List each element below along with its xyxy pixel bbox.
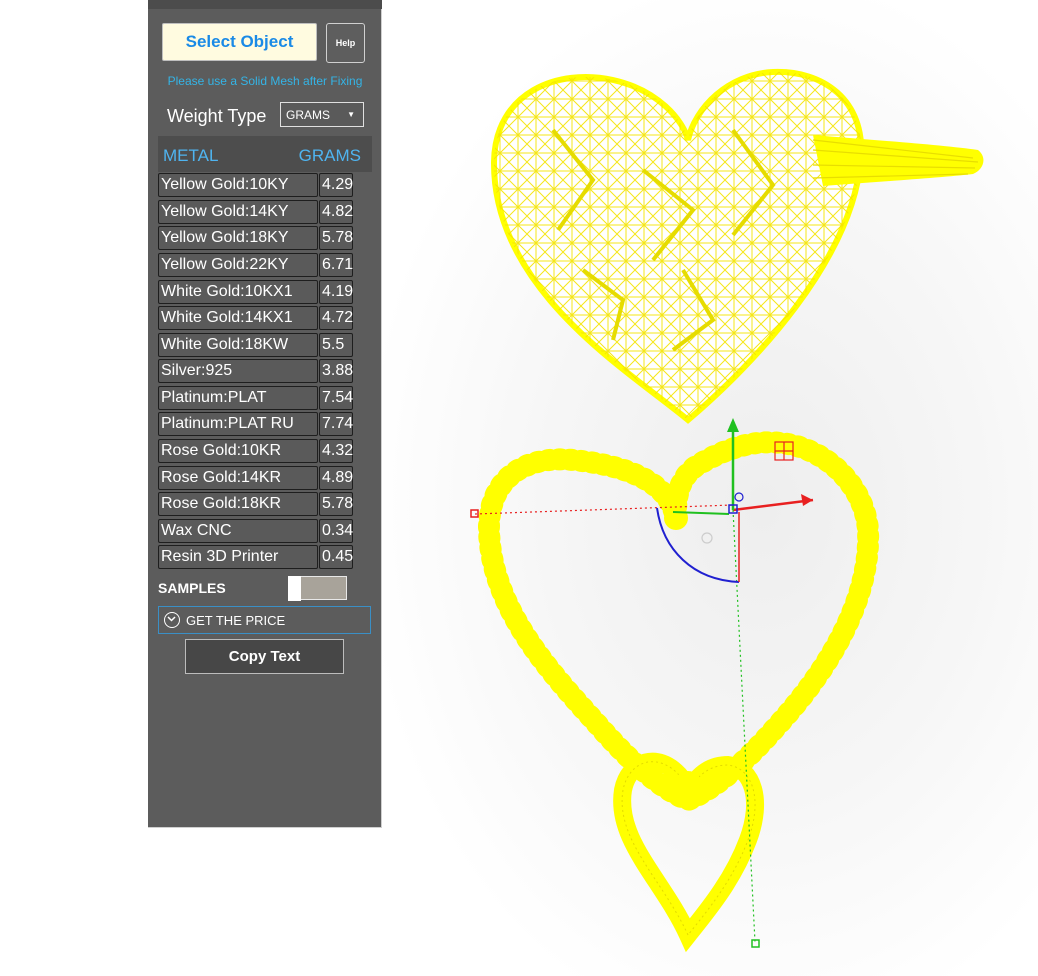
samples-label: SAMPLES [158,580,226,596]
metal-name-cell: Yellow Gold:10KY [158,173,318,197]
beaded-heart-model[interactable] [477,431,880,953]
metal-name-cell: Yellow Gold:22KY [158,253,318,277]
metal-name-cell: Rose Gold:14KR [158,466,318,490]
weight-type-value: GRAMS [286,107,331,122]
metal-name-cell: Platinum:PLAT RU [158,412,318,436]
get-the-price-expander[interactable]: GET THE PRICE [158,606,371,634]
weight-value-cell: 5.78 [319,226,353,250]
metal-name-cell: Rose Gold:18KR [158,492,318,516]
weight-value-cell: 7.54 [319,386,353,410]
metal-name-cell: Yellow Gold:18KY [158,226,318,250]
select-object-button[interactable]: Select Object [162,23,317,61]
metal-name-cell: White Gold:18KW [158,333,318,357]
weight-type-dropdown[interactable]: GRAMS ▼ [280,102,364,127]
panel-title-bar [148,0,382,9]
metal-name-cell: White Gold:14KX1 [158,306,318,330]
metal-name-cell: White Gold:10KX1 [158,280,318,304]
copy-text-button[interactable]: Copy Text [185,639,344,674]
weight-value-cell: 6.71 [319,253,353,277]
weight-value-cell: 4.82 [319,200,353,224]
metal-name-cell: Yellow Gold:14KY [158,200,318,224]
chevron-down-icon: ▼ [347,110,355,119]
samples-toggle[interactable] [288,576,347,601]
3d-viewport[interactable] [383,0,1038,976]
column-header-grams: GRAMS [298,146,361,165]
weight-calculator-panel: Select Object Help Please use a Solid Me… [148,0,382,828]
weight-value-cell: 4.32 [319,439,353,463]
weight-value-cell: 4.19 [319,280,353,304]
weight-value-cell: 3.88 [319,359,353,383]
metal-table-header: METAL GRAMS [158,136,372,172]
column-header-metal: METAL [163,146,219,165]
help-button[interactable]: Help [326,23,365,63]
weight-type-label: Weight Type [167,106,267,126]
weight-value-cell: 4.29 [319,173,353,197]
wireframe-heart-model[interactable] [490,68,984,424]
weight-value-cell: 5.78 [319,492,353,516]
weight-value-cell: 4.72 [319,306,353,330]
weight-value-cell: 0.45 [319,545,353,569]
weight-value-cell: 4.89 [319,466,353,490]
toggle-thumb[interactable] [288,576,301,601]
metal-name-cell: Resin 3D Printer [158,545,318,569]
get-the-price-label: GET THE PRICE [186,612,286,628]
weight-value-cell: 7.74 [319,412,353,436]
metal-name-cell: Wax CNC [158,519,318,543]
metal-name-cell: Silver:925 [158,359,318,383]
weight-value-cell: 5.5 [319,333,353,357]
weight-value-cell: 0.34 [319,519,353,543]
chevron-circle-down-icon [164,612,180,628]
metal-name-cell: Platinum:PLAT [158,386,318,410]
metal-name-cell: Rose Gold:10KR [158,439,318,463]
viewport-scene[interactable] [383,0,1038,976]
mesh-hint-text: Please use a Solid Mesh after Fixing [167,74,363,88]
